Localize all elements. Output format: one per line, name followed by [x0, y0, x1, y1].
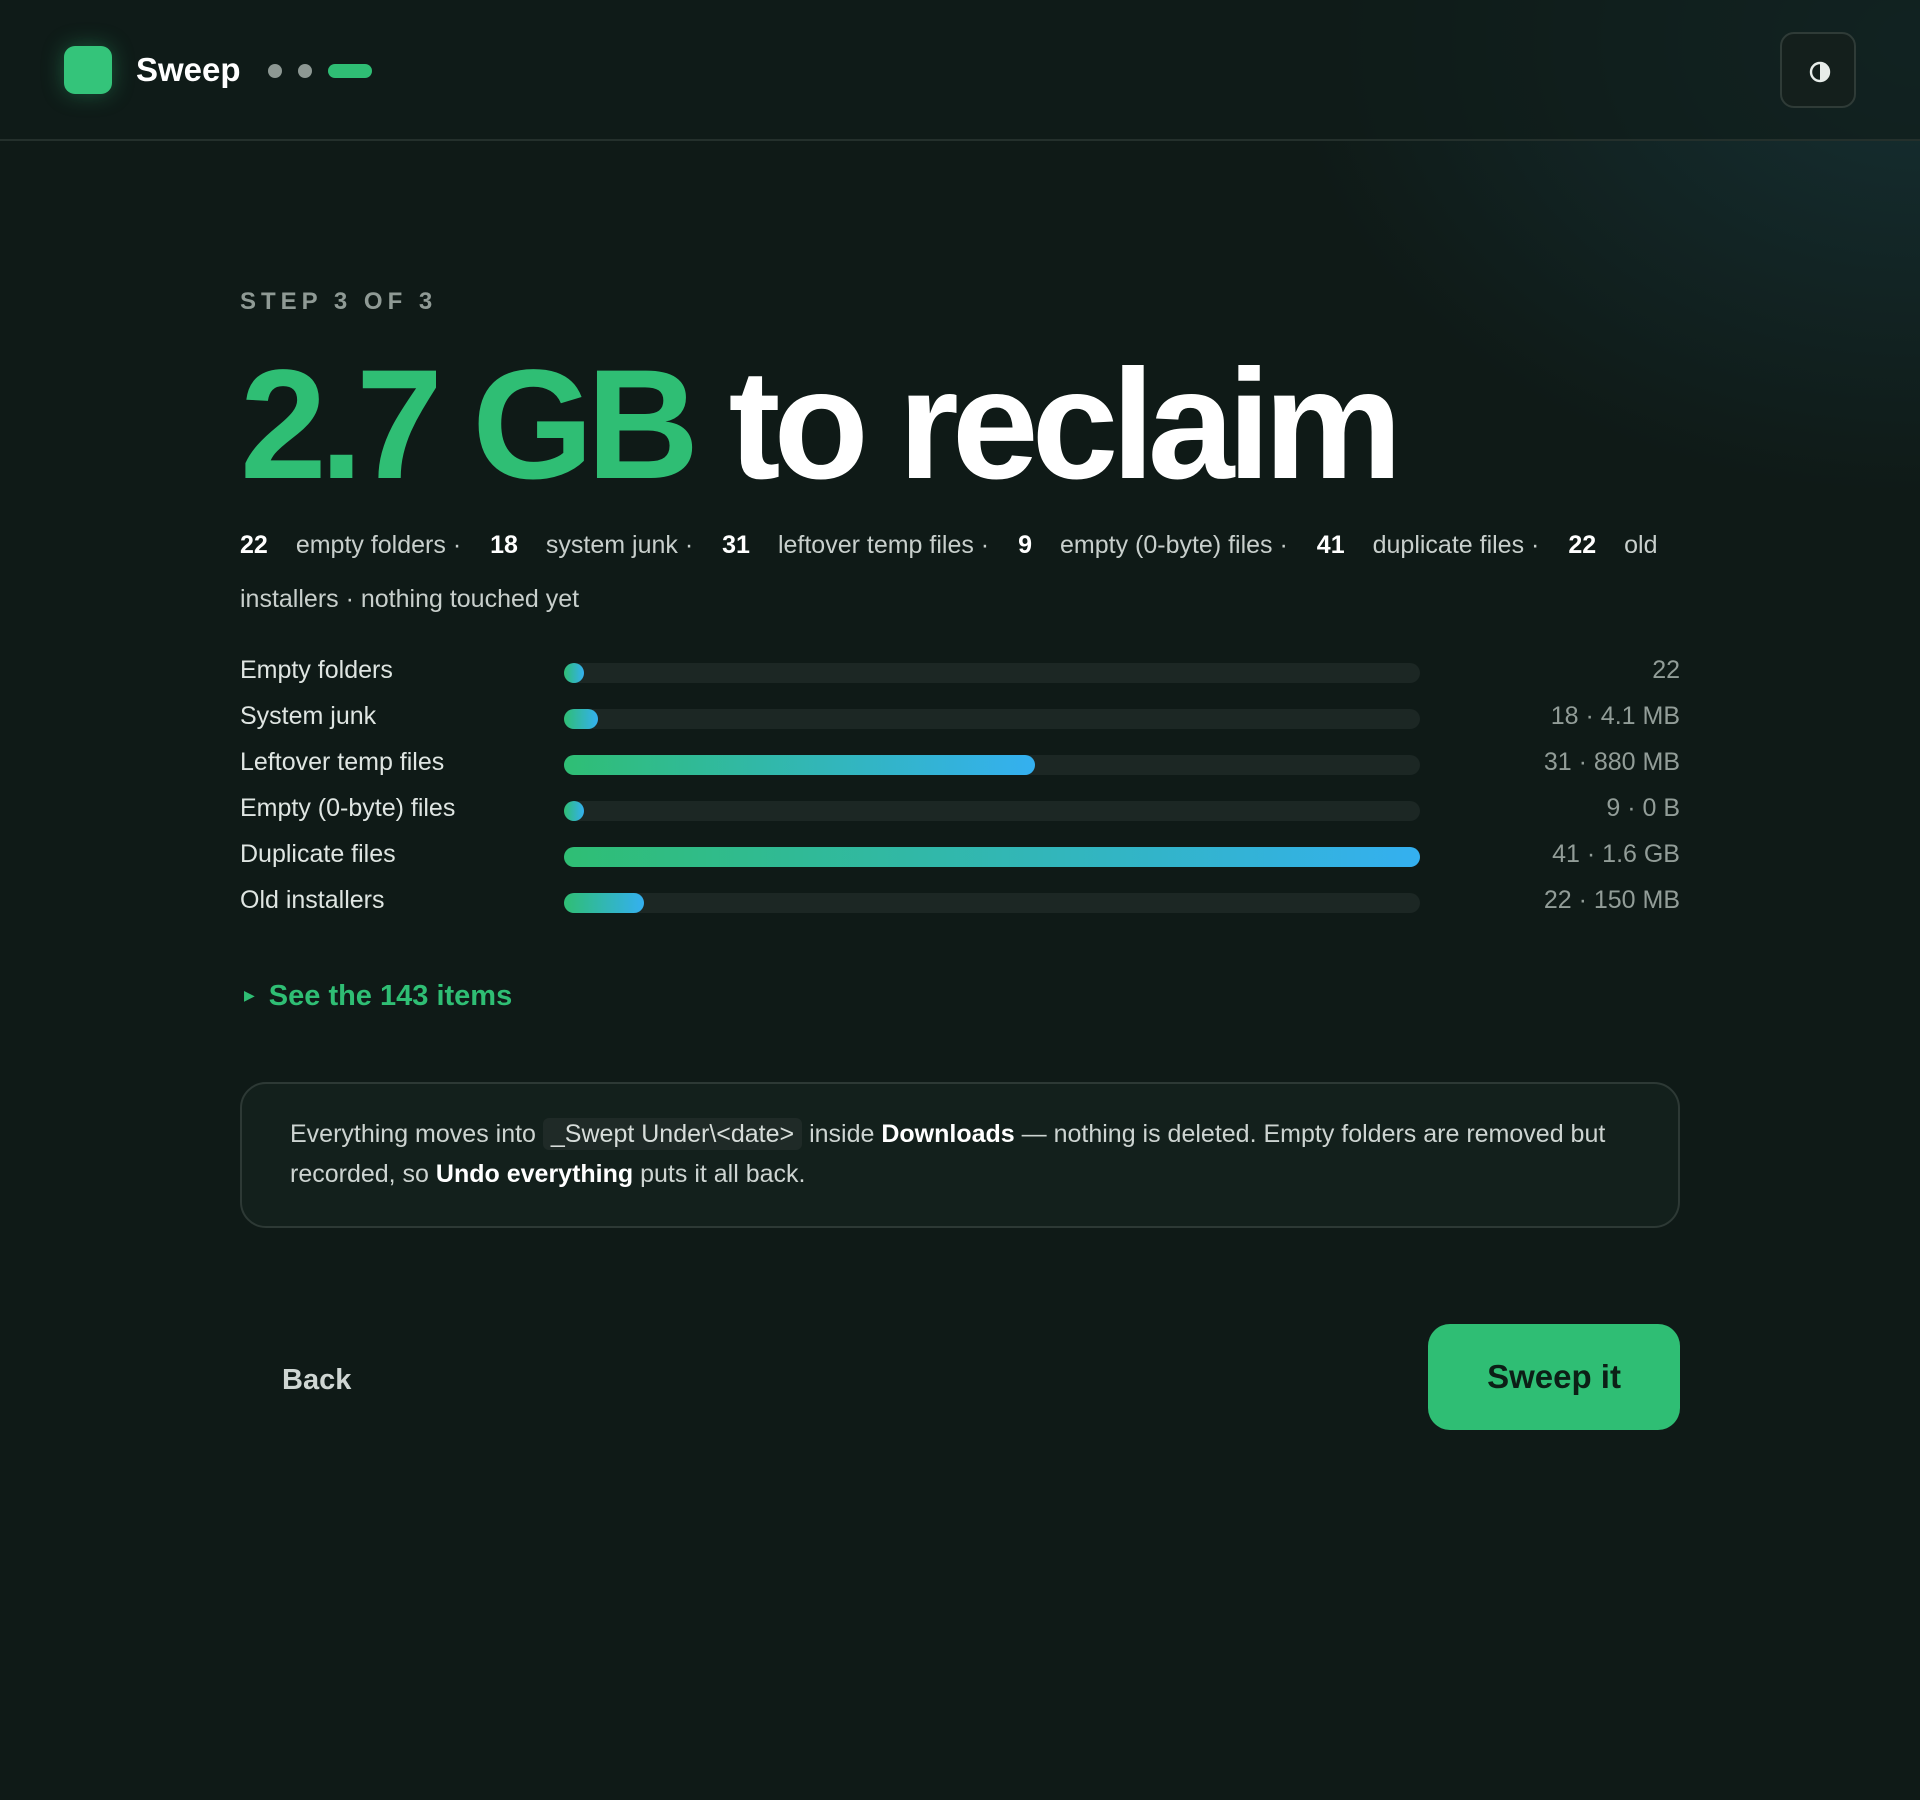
- category-bar-track: [564, 847, 1420, 867]
- summary-text: empty folders ·: [295, 531, 462, 559]
- summary-text: duplicate files ·: [1372, 531, 1540, 559]
- category-bar-fill: [564, 709, 598, 729]
- summary-count: 31: [722, 531, 750, 559]
- notice-bold-downloads: Downloads: [881, 1120, 1015, 1148]
- notice-bold-undo: Undo everything: [435, 1160, 634, 1188]
- category-row: Empty folders 22: [240, 650, 1680, 696]
- step-dot-2: [298, 64, 312, 78]
- category-value: 22 · 150 MB: [1543, 886, 1680, 914]
- folder-name-code: _Swept Under\<date>: [542, 1118, 803, 1150]
- category-value: 41 · 1.6 GB: [1552, 840, 1680, 868]
- app-name: Sweep: [136, 51, 241, 88]
- step-label: STEP 3 OF 3: [240, 288, 438, 315]
- theme-toggle-button[interactable]: [1780, 32, 1856, 108]
- notice-text: inside: [802, 1120, 882, 1148]
- info-notice: Everything moves into _Swept Under\<date…: [240, 1082, 1680, 1228]
- category-label: Duplicate files: [240, 840, 396, 868]
- category-label: Old installers: [240, 886, 385, 914]
- sweep-it-button[interactable]: Sweep it: [1428, 1324, 1680, 1430]
- category-bar-track: [564, 893, 1420, 913]
- disclosure-triangle-icon: ▶: [244, 987, 255, 1003]
- category-bar-track: [564, 755, 1420, 775]
- category-bar-track: [564, 663, 1420, 683]
- category-value: 31 · 880 MB: [1543, 748, 1680, 776]
- category-row: System junk 18 · 4.1 MB: [240, 696, 1680, 742]
- summary-line: 22 empty folders · 18 system junk · 31 left…: [240, 518, 1680, 626]
- notice-text: Everything moves into: [290, 1120, 543, 1148]
- category-value: 9 · 0 B: [1606, 794, 1680, 822]
- category-value: 18 · 4.1 MB: [1550, 702, 1680, 730]
- category-bar-track: [564, 801, 1420, 821]
- category-bar-fill: [564, 755, 1035, 775]
- summary-text: leftover temp files ·: [777, 531, 990, 559]
- see-items-label: See the 143 items: [268, 980, 513, 1012]
- summary-count: 9: [1018, 531, 1032, 559]
- category-row: Duplicate files 41 · 1.6 GB: [240, 834, 1680, 880]
- category-bar-fill: [564, 847, 1420, 867]
- category-value: 22: [1652, 656, 1680, 684]
- category-row: Old installers 22 · 150 MB: [240, 880, 1680, 926]
- top-bar: Sweep: [0, 0, 1920, 141]
- summary-count: 22: [1568, 531, 1597, 559]
- title-text: to reclaim: [728, 338, 1403, 512]
- contrast-icon: [1809, 61, 1831, 83]
- category-label: Empty (0-byte) files: [240, 794, 456, 822]
- category-bar-fill: [564, 893, 644, 913]
- category-row: Leftover temp files 31 · 880 MB: [240, 742, 1680, 788]
- summary-count: 18: [490, 531, 518, 559]
- back-button[interactable]: Back: [258, 1350, 375, 1410]
- category-label: System junk: [240, 702, 377, 730]
- category-label: Leftover temp files: [240, 748, 445, 776]
- category-bar-fill: [564, 801, 584, 821]
- page-title: 2.7 GB to reclaim: [240, 338, 1403, 512]
- summary-text: empty (0-byte) files ·: [1060, 531, 1288, 559]
- category-row: Empty (0-byte) files 9 · 0 B: [240, 788, 1680, 834]
- summary-count: 22: [240, 531, 268, 559]
- category-label: Empty folders: [240, 656, 393, 684]
- notice-text: puts it all back.: [633, 1160, 806, 1188]
- category-bar-track: [564, 709, 1420, 729]
- app-logo-icon: [64, 46, 112, 94]
- step-dot-3-active: [328, 64, 372, 78]
- reclaim-amount: 2.7 GB: [240, 338, 699, 512]
- step-dot-1: [268, 64, 282, 78]
- category-bar-fill: [564, 663, 584, 683]
- summary-text: system junk ·: [545, 531, 694, 559]
- see-items-toggle[interactable]: ▶ See the 143 items: [244, 980, 512, 1013]
- summary-count: 41: [1316, 531, 1345, 559]
- category-breakdown: Empty folders 22 System junk 18 · 4.1 MB…: [240, 650, 1680, 926]
